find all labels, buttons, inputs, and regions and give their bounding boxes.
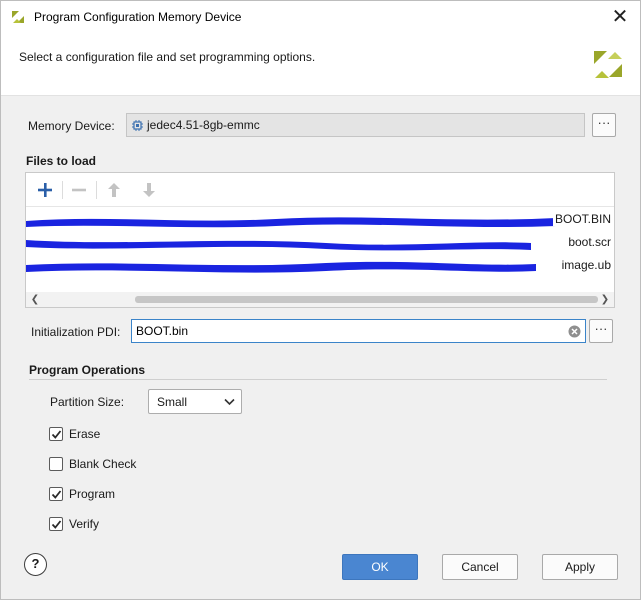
dialog-header: Select a configuration file and set prog… bbox=[1, 34, 640, 96]
file-name: image.ub bbox=[559, 258, 611, 272]
brand-logo-icon bbox=[594, 51, 622, 78]
check-icon bbox=[51, 520, 62, 529]
close-icon[interactable]: ✕ bbox=[610, 7, 630, 27]
verify-checkbox[interactable] bbox=[49, 517, 63, 531]
toolbar-separator bbox=[96, 181, 97, 199]
memory-device-value: jedec4.51-8gb-emmc bbox=[147, 118, 260, 132]
arrow-up-icon[interactable] bbox=[103, 179, 125, 201]
chip-icon bbox=[132, 120, 143, 131]
erase-checkbox[interactable] bbox=[49, 427, 63, 441]
files-section-title: Files to load bbox=[26, 154, 97, 168]
app-logo-icon bbox=[12, 11, 24, 23]
file-name: boot.scr bbox=[566, 235, 611, 249]
scroll-left-icon[interactable]: ❮ bbox=[29, 294, 41, 306]
file-name: BOOT.BIN bbox=[552, 212, 611, 226]
program-label[interactable]: Program bbox=[69, 487, 115, 501]
erase-label[interactable]: Erase bbox=[69, 427, 100, 441]
dialog-description: Select a configuration file and set prog… bbox=[19, 50, 316, 64]
redaction-mark bbox=[26, 217, 556, 228]
toolbar-separator bbox=[62, 181, 63, 199]
cancel-button[interactable]: Cancel bbox=[442, 554, 518, 580]
files-toolbar bbox=[26, 173, 614, 207]
file-row[interactable]: boot.scr bbox=[26, 232, 614, 254]
apply-button[interactable]: Apply bbox=[542, 554, 618, 580]
scrollbar-thumb[interactable] bbox=[135, 296, 598, 303]
partition-size-label: Partition Size: bbox=[50, 395, 125, 409]
pdi-input-box bbox=[131, 319, 586, 343]
horizontal-scrollbar[interactable]: ❮ ❯ bbox=[26, 292, 614, 307]
check-icon bbox=[51, 430, 62, 439]
check-icon bbox=[51, 490, 62, 499]
blank-check-label[interactable]: Blank Check bbox=[69, 457, 136, 471]
dialog-window: Program Configuration Memory Device ✕ Se… bbox=[0, 0, 641, 600]
verify-label[interactable]: Verify bbox=[69, 517, 99, 531]
plus-icon[interactable] bbox=[34, 179, 56, 201]
redaction-mark bbox=[26, 240, 531, 251]
window-title: Program Configuration Memory Device bbox=[34, 10, 242, 24]
chevron-down-icon bbox=[224, 398, 235, 406]
memory-device-label: Memory Device: bbox=[28, 119, 115, 133]
scroll-right-icon[interactable]: ❯ bbox=[599, 294, 611, 306]
program-checkbox[interactable] bbox=[49, 487, 63, 501]
memory-device-field: jedec4.51-8gb-emmc bbox=[126, 113, 585, 137]
title-bar: Program Configuration Memory Device ✕ bbox=[1, 1, 640, 34]
pdi-label: Initialization PDI: bbox=[31, 325, 121, 339]
partition-size-value: Small bbox=[157, 395, 188, 409]
arrow-down-icon[interactable] bbox=[138, 179, 160, 201]
file-row[interactable]: image.ub bbox=[26, 255, 614, 277]
pdi-input[interactable] bbox=[135, 322, 560, 340]
pdi-browse-button[interactable]: ··· bbox=[589, 319, 613, 343]
redaction-mark bbox=[26, 261, 536, 273]
files-panel: BOOT.BIN boot.scr image.ub ❮ ❯ bbox=[25, 172, 615, 308]
blank-check-checkbox[interactable] bbox=[49, 457, 63, 471]
section-divider bbox=[29, 379, 607, 380]
clear-icon[interactable] bbox=[568, 325, 581, 338]
partition-size-select[interactable]: Small bbox=[148, 389, 242, 414]
program-operations-title: Program Operations bbox=[29, 363, 146, 377]
file-row[interactable]: BOOT.BIN bbox=[26, 209, 614, 231]
minus-icon[interactable] bbox=[68, 179, 90, 201]
help-button[interactable]: ? bbox=[24, 553, 47, 576]
memory-device-browse-button[interactable]: ··· bbox=[592, 113, 616, 137]
ok-button[interactable]: OK bbox=[342, 554, 418, 580]
